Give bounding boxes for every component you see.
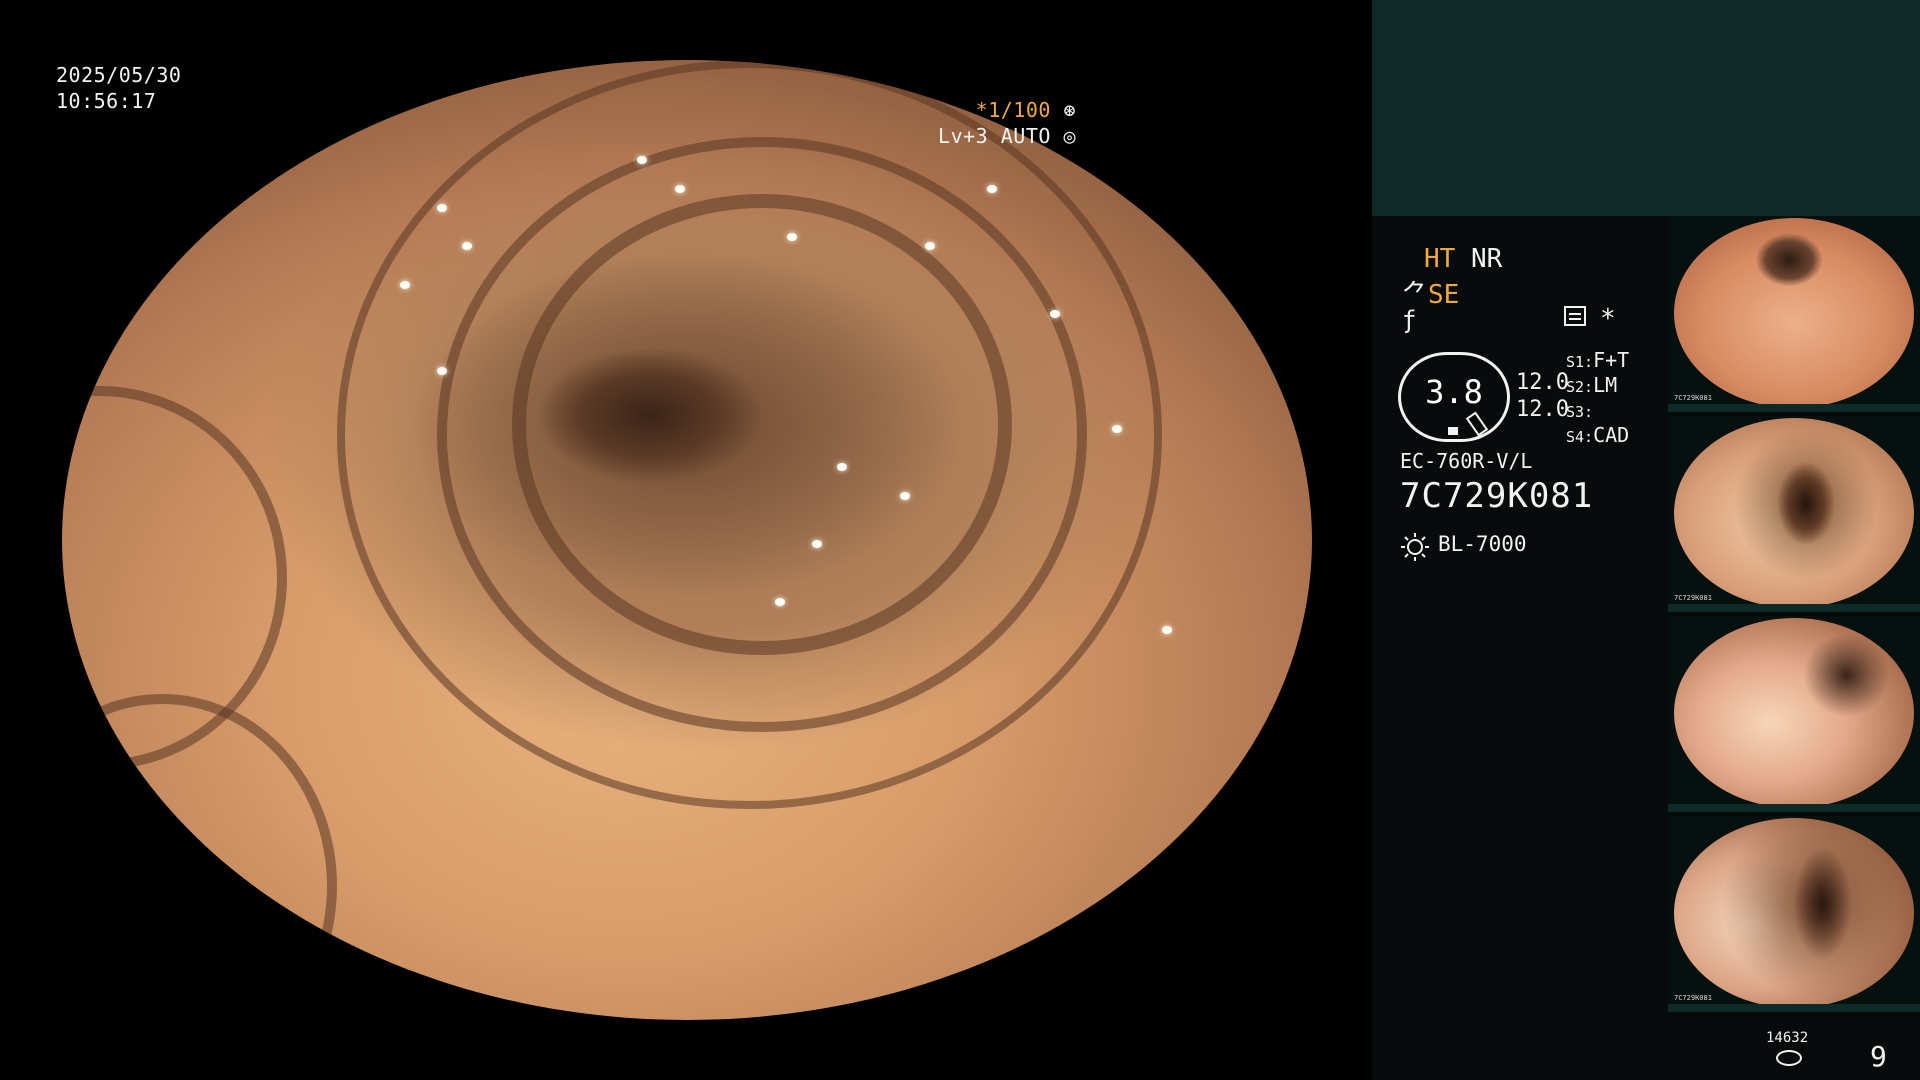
light-reflection	[787, 232, 797, 241]
light-reflection	[924, 242, 935, 251]
thumbnail-caption: 7C729K081	[1674, 994, 1712, 1002]
osd-time: 10:56:17	[56, 89, 157, 113]
osd-exposure: *1/100 ⊛ Lv+3 AUTO ◎	[938, 97, 1076, 149]
light-reflection	[899, 492, 910, 500]
mucosal-fold	[62, 386, 287, 771]
thumbnail-image	[1674, 818, 1914, 1008]
light-reflection	[437, 204, 447, 212]
page-number: 9	[1870, 1040, 1887, 1073]
thumbnail-image	[1674, 618, 1914, 808]
thumbnail-bar	[1668, 604, 1920, 612]
s-setting-row: S2:LM	[1566, 373, 1618, 397]
mucosal-fold	[437, 136, 1087, 732]
light-reflection	[399, 280, 410, 289]
mucosal-fold	[512, 194, 1012, 656]
mode-ht-nr: HT NR	[1424, 244, 1502, 274]
light-bulb-icon	[1401, 533, 1429, 561]
list-icon	[1564, 306, 1586, 326]
light-reflection	[674, 184, 685, 193]
thumbnail-bar	[1668, 804, 1920, 812]
light-reflection	[837, 463, 847, 472]
info-top-band	[1372, 0, 1920, 216]
mode-nr: NR	[1470, 244, 1503, 274]
light-reflection	[162, 885, 172, 894]
storage-count: 14632	[1766, 1030, 1809, 1046]
scope-serial: 7C729K081	[1400, 476, 1594, 516]
fnumber-icon: ƒ	[1402, 306, 1417, 334]
thumbnail[interactable]	[1668, 616, 1920, 812]
asterisk-icon: *	[1600, 304, 1616, 334]
thumbnail-bar	[1668, 404, 1920, 412]
light-reflection	[987, 184, 997, 193]
endoscopic-image	[62, 60, 1312, 1020]
mode-ht: HT	[1424, 244, 1456, 274]
gauge-number-2: 12.0	[1516, 397, 1569, 422]
thumbnail-caption: 7C729K081	[1674, 394, 1712, 402]
thumbnail[interactable]: 7C729K081	[1668, 416, 1920, 612]
light-reflection	[1112, 424, 1122, 433]
shutter-icon: ⊛	[1050, 98, 1076, 122]
osd-datetime: 2025/05/30 10:56:17	[56, 62, 181, 114]
osd-level: Lv+3 AUTO	[938, 124, 1051, 148]
thumbnail[interactable]: 7C729K081	[1668, 216, 1920, 412]
light-reflection	[774, 597, 785, 606]
scope-model: EC-760R-V/L	[1400, 449, 1533, 473]
mucosal-fold	[337, 60, 1162, 809]
osd-date: 2025/05/30	[56, 63, 182, 87]
light-source: BL-7000	[1438, 532, 1527, 556]
light-reflection	[1162, 626, 1172, 635]
thumbnail[interactable]: 7C729K081	[1668, 816, 1920, 1012]
auto-iris-icon: ◎	[1050, 124, 1076, 148]
gauge-needle	[1465, 411, 1489, 437]
light-reflection	[462, 242, 472, 251]
mucosal-fold	[62, 693, 337, 1020]
light-reflection	[637, 156, 647, 164]
s-setting-row: S4:CAD	[1566, 423, 1630, 447]
light-reflection	[812, 540, 822, 548]
mode-se: SE	[1428, 280, 1460, 310]
endoscope-view: 2025/05/30 10:56:17 *1/100 ⊛ Lv+3 AUTO ◎	[0, 0, 1372, 1080]
storage-icon	[1776, 1050, 1802, 1066]
thumbnail-image	[1674, 218, 1914, 408]
gauge-number-1: 12.0	[1516, 370, 1569, 395]
osd-shutter-speed: *1/100	[975, 98, 1051, 122]
light-reflection	[437, 367, 447, 376]
gauge-value: 3.8	[1425, 373, 1483, 411]
thumbnail-image	[1674, 418, 1914, 608]
thumbnail-bar	[1668, 1004, 1920, 1012]
gauge: 3.8	[1398, 352, 1510, 442]
light-reflection	[1049, 309, 1060, 318]
s-setting-row: S3:	[1566, 403, 1594, 421]
thumbnail-caption: 7C729K081	[1674, 594, 1712, 602]
info-panel: HT NR ⺈SE ƒ * 3.8 12.0 12.0 S1:F+T S2:LM…	[1372, 0, 1920, 1080]
gauge-marker	[1448, 427, 1458, 435]
s-setting-row: S1:F+T	[1566, 348, 1630, 372]
